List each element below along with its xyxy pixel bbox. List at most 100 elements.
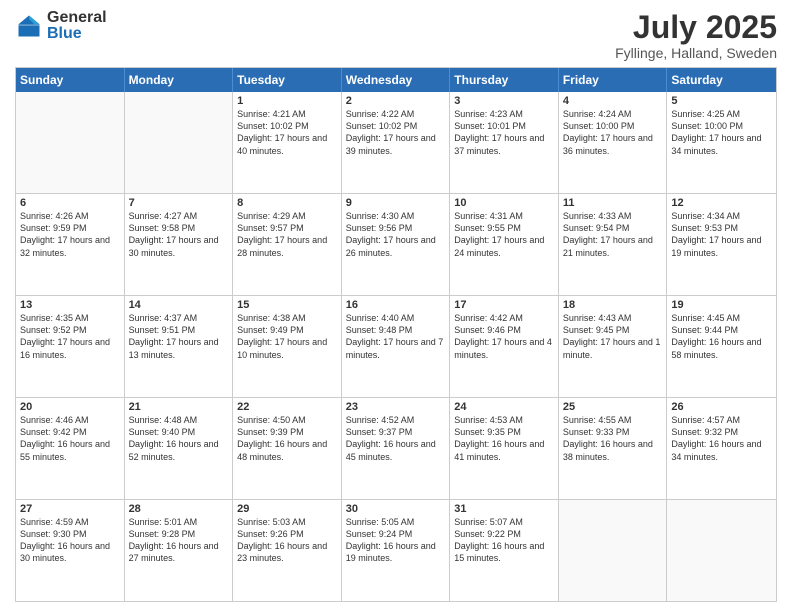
calendar-row: 13Sunrise: 4:35 AM Sunset: 9:52 PM Dayli…: [16, 296, 776, 398]
day-info: Sunrise: 4:21 AM Sunset: 10:02 PM Daylig…: [237, 108, 337, 157]
day-number: 24: [454, 401, 554, 413]
day-info: Sunrise: 4:45 AM Sunset: 9:44 PM Dayligh…: [671, 312, 772, 361]
empty-cell: [667, 500, 776, 601]
day-info: Sunrise: 5:01 AM Sunset: 9:28 PM Dayligh…: [129, 516, 229, 565]
day-number: 13: [20, 299, 120, 311]
day-number: 19: [671, 299, 772, 311]
day-number: 28: [129, 503, 229, 515]
calendar-day-4: 4Sunrise: 4:24 AM Sunset: 10:00 PM Dayli…: [559, 92, 668, 193]
calendar-body: 1Sunrise: 4:21 AM Sunset: 10:02 PM Dayli…: [16, 92, 776, 601]
calendar-day-1: 1Sunrise: 4:21 AM Sunset: 10:02 PM Dayli…: [233, 92, 342, 193]
day-number: 1: [237, 95, 337, 107]
calendar-day-22: 22Sunrise: 4:50 AM Sunset: 9:39 PM Dayli…: [233, 398, 342, 499]
day-info: Sunrise: 4:31 AM Sunset: 9:55 PM Dayligh…: [454, 210, 554, 259]
calendar-row: 20Sunrise: 4:46 AM Sunset: 9:42 PM Dayli…: [16, 398, 776, 500]
day-info: Sunrise: 4:55 AM Sunset: 9:33 PM Dayligh…: [563, 414, 663, 463]
day-header: Monday: [125, 68, 234, 92]
day-number: 23: [346, 401, 446, 413]
day-header: Tuesday: [233, 68, 342, 92]
day-info: Sunrise: 4:34 AM Sunset: 9:53 PM Dayligh…: [671, 210, 772, 259]
calendar-day-2: 2Sunrise: 4:22 AM Sunset: 10:02 PM Dayli…: [342, 92, 451, 193]
day-info: Sunrise: 4:53 AM Sunset: 9:35 PM Dayligh…: [454, 414, 554, 463]
day-info: Sunrise: 4:37 AM Sunset: 9:51 PM Dayligh…: [129, 312, 229, 361]
calendar-day-3: 3Sunrise: 4:23 AM Sunset: 10:01 PM Dayli…: [450, 92, 559, 193]
empty-cell: [125, 92, 234, 193]
day-number: 18: [563, 299, 663, 311]
logo-text: General Blue: [47, 10, 107, 42]
calendar-day-20: 20Sunrise: 4:46 AM Sunset: 9:42 PM Dayli…: [16, 398, 125, 499]
day-number: 3: [454, 95, 554, 107]
calendar-day-9: 9Sunrise: 4:30 AM Sunset: 9:56 PM Daylig…: [342, 194, 451, 295]
logo-general: General: [47, 10, 107, 26]
title-block: July 2025 Fyllinge, Halland, Sweden: [615, 10, 777, 61]
calendar-day-14: 14Sunrise: 4:37 AM Sunset: 9:51 PM Dayli…: [125, 296, 234, 397]
day-info: Sunrise: 4:40 AM Sunset: 9:48 PM Dayligh…: [346, 312, 446, 361]
day-number: 25: [563, 401, 663, 413]
day-number: 6: [20, 197, 120, 209]
day-info: Sunrise: 4:23 AM Sunset: 10:01 PM Daylig…: [454, 108, 554, 157]
day-number: 21: [129, 401, 229, 413]
logo: General Blue: [15, 10, 107, 42]
empty-cell: [559, 500, 668, 601]
calendar-day-25: 25Sunrise: 4:55 AM Sunset: 9:33 PM Dayli…: [559, 398, 668, 499]
day-info: Sunrise: 4:57 AM Sunset: 9:32 PM Dayligh…: [671, 414, 772, 463]
calendar-day-19: 19Sunrise: 4:45 AM Sunset: 9:44 PM Dayli…: [667, 296, 776, 397]
calendar-day-15: 15Sunrise: 4:38 AM Sunset: 9:49 PM Dayli…: [233, 296, 342, 397]
day-info: Sunrise: 4:35 AM Sunset: 9:52 PM Dayligh…: [20, 312, 120, 361]
day-number: 5: [671, 95, 772, 107]
calendar-day-18: 18Sunrise: 4:43 AM Sunset: 9:45 PM Dayli…: [559, 296, 668, 397]
day-header: Saturday: [667, 68, 776, 92]
calendar: SundayMondayTuesdayWednesdayThursdayFrid…: [15, 67, 777, 602]
day-info: Sunrise: 4:25 AM Sunset: 10:00 PM Daylig…: [671, 108, 772, 157]
calendar-day-12: 12Sunrise: 4:34 AM Sunset: 9:53 PM Dayli…: [667, 194, 776, 295]
calendar-day-23: 23Sunrise: 4:52 AM Sunset: 9:37 PM Dayli…: [342, 398, 451, 499]
empty-cell: [16, 92, 125, 193]
main-title: July 2025: [615, 10, 777, 45]
header: General Blue July 2025 Fyllinge, Halland…: [15, 10, 777, 61]
calendar-day-6: 6Sunrise: 4:26 AM Sunset: 9:59 PM Daylig…: [16, 194, 125, 295]
day-number: 2: [346, 95, 446, 107]
day-info: Sunrise: 4:46 AM Sunset: 9:42 PM Dayligh…: [20, 414, 120, 463]
day-number: 14: [129, 299, 229, 311]
day-number: 16: [346, 299, 446, 311]
day-info: Sunrise: 4:52 AM Sunset: 9:37 PM Dayligh…: [346, 414, 446, 463]
day-number: 12: [671, 197, 772, 209]
day-number: 8: [237, 197, 337, 209]
day-number: 22: [237, 401, 337, 413]
day-number: 15: [237, 299, 337, 311]
day-info: Sunrise: 4:26 AM Sunset: 9:59 PM Dayligh…: [20, 210, 120, 259]
calendar-day-16: 16Sunrise: 4:40 AM Sunset: 9:48 PM Dayli…: [342, 296, 451, 397]
day-number: 17: [454, 299, 554, 311]
day-number: 20: [20, 401, 120, 413]
calendar-day-11: 11Sunrise: 4:33 AM Sunset: 9:54 PM Dayli…: [559, 194, 668, 295]
calendar-day-24: 24Sunrise: 4:53 AM Sunset: 9:35 PM Dayli…: [450, 398, 559, 499]
day-info: Sunrise: 4:38 AM Sunset: 9:49 PM Dayligh…: [237, 312, 337, 361]
calendar-day-17: 17Sunrise: 4:42 AM Sunset: 9:46 PM Dayli…: [450, 296, 559, 397]
day-info: Sunrise: 5:03 AM Sunset: 9:26 PM Dayligh…: [237, 516, 337, 565]
calendar-day-28: 28Sunrise: 5:01 AM Sunset: 9:28 PM Dayli…: [125, 500, 234, 601]
calendar-row: 1Sunrise: 4:21 AM Sunset: 10:02 PM Dayli…: [16, 92, 776, 194]
day-info: Sunrise: 4:27 AM Sunset: 9:58 PM Dayligh…: [129, 210, 229, 259]
subtitle: Fyllinge, Halland, Sweden: [615, 45, 777, 61]
day-number: 30: [346, 503, 446, 515]
day-info: Sunrise: 5:05 AM Sunset: 9:24 PM Dayligh…: [346, 516, 446, 565]
day-header: Thursday: [450, 68, 559, 92]
calendar-day-5: 5Sunrise: 4:25 AM Sunset: 10:00 PM Dayli…: [667, 92, 776, 193]
day-info: Sunrise: 4:50 AM Sunset: 9:39 PM Dayligh…: [237, 414, 337, 463]
logo-blue: Blue: [47, 26, 107, 42]
calendar-header: SundayMondayTuesdayWednesdayThursdayFrid…: [16, 68, 776, 92]
page: General Blue July 2025 Fyllinge, Halland…: [0, 0, 792, 612]
day-number: 26: [671, 401, 772, 413]
calendar-row: 27Sunrise: 4:59 AM Sunset: 9:30 PM Dayli…: [16, 500, 776, 601]
day-number: 9: [346, 197, 446, 209]
logo-icon: [15, 12, 43, 40]
day-number: 27: [20, 503, 120, 515]
calendar-day-8: 8Sunrise: 4:29 AM Sunset: 9:57 PM Daylig…: [233, 194, 342, 295]
day-header: Wednesday: [342, 68, 451, 92]
calendar-day-21: 21Sunrise: 4:48 AM Sunset: 9:40 PM Dayli…: [125, 398, 234, 499]
calendar-day-27: 27Sunrise: 4:59 AM Sunset: 9:30 PM Dayli…: [16, 500, 125, 601]
day-info: Sunrise: 4:30 AM Sunset: 9:56 PM Dayligh…: [346, 210, 446, 259]
calendar-day-7: 7Sunrise: 4:27 AM Sunset: 9:58 PM Daylig…: [125, 194, 234, 295]
day-number: 4: [563, 95, 663, 107]
day-number: 11: [563, 197, 663, 209]
